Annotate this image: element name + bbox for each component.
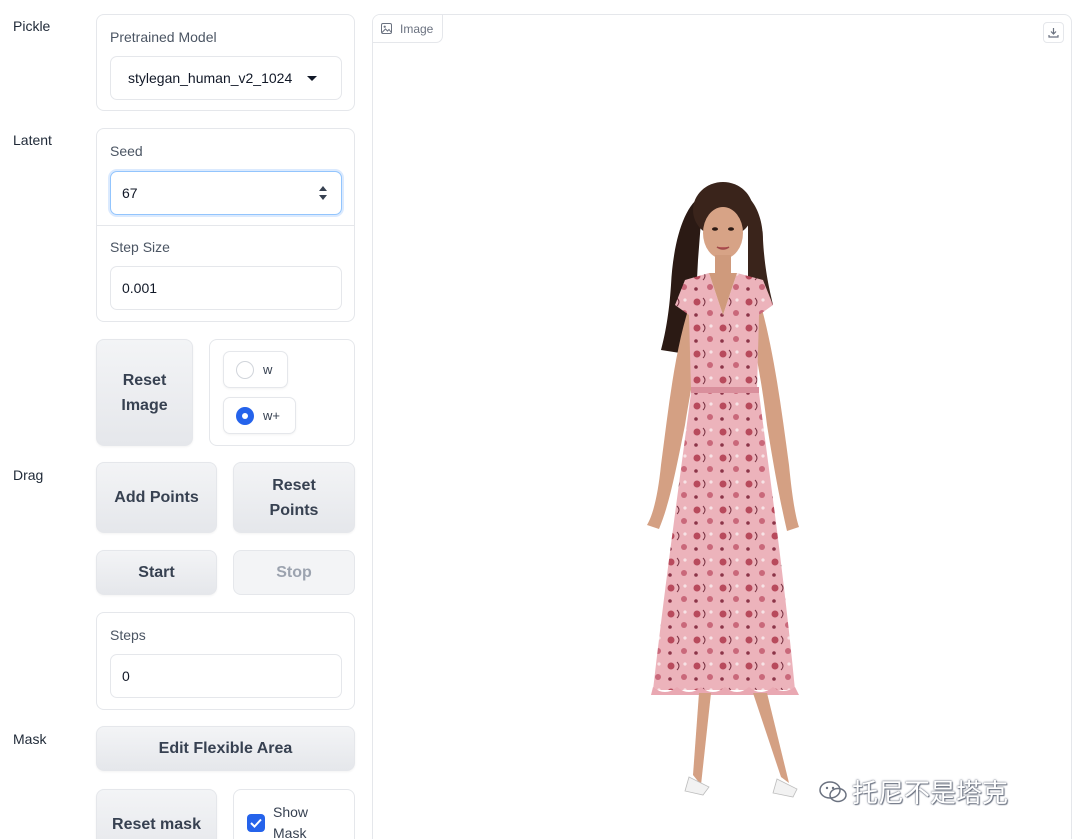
edit-flexible-area-button[interactable]: Edit Flexible Area [96,726,355,771]
seed-value: 67 [122,185,138,201]
steps-input: 0 [110,654,342,698]
show-mask-label: Show Mask [273,804,309,839]
image-tag: Image [373,15,444,43]
show-mask-checkbox[interactable]: Show Mask [247,802,315,839]
number-stepper-icon[interactable] [318,184,328,202]
pretrained-model-label: Pretrained Model [110,29,217,45]
pretrained-model-dropdown[interactable]: stylegan_human_v2_1024 [110,56,342,100]
radio-w-plus[interactable]: w+ [223,397,296,434]
wechat-icon [818,779,848,805]
image-output-panel: Image 托尼不是塔克 [372,14,1072,839]
reset-points-button[interactable]: Reset Points [233,462,355,533]
step-size-input[interactable]: 0.001 [110,266,342,310]
generated-person-image[interactable] [613,165,843,825]
seed-label: Seed [110,143,143,159]
section-label-latent: Latent [13,132,52,148]
seed-input[interactable]: 67 [110,171,342,215]
add-points-button[interactable]: Add Points [96,462,217,533]
radio-w-label: w [263,362,273,377]
watermark: 托尼不是塔克 [818,773,1008,810]
show-mask-panel: Show Mask [233,789,355,839]
steps-panel: Steps 0 [96,612,355,710]
radio-w-circle [236,360,254,379]
steps-value: 0 [122,668,130,684]
step-size-label: Step Size [110,239,170,255]
chevron-down-icon [307,76,317,81]
pretrained-model-panel: Pretrained Model stylegan_human_v2_1024 [96,14,355,111]
image-icon [381,23,392,34]
reset-image-button[interactable]: Reset Image [96,339,193,446]
panel-divider [97,225,354,226]
section-label-mask: Mask [13,731,47,747]
step-size-value: 0.001 [122,280,158,296]
section-label-pickle: Pickle [13,18,51,34]
checkmark-icon [247,814,265,832]
radio-w-plus-circle [236,406,254,425]
radio-w[interactable]: w [223,351,288,388]
stop-button[interactable]: Stop [233,550,355,595]
radio-w-plus-label: w+ [263,408,280,423]
latent-space-radio-group: w w+ [209,339,355,446]
download-icon[interactable] [1043,22,1064,43]
start-button[interactable]: Start [96,550,217,595]
latent-panel: Seed 67 Step Size 0.001 [96,128,355,322]
steps-label: Steps [110,627,146,643]
section-label-drag: Drag [13,467,44,483]
reset-mask-button[interactable]: Reset mask [96,789,217,839]
pretrained-model-value: stylegan_human_v2_1024 [128,70,293,86]
